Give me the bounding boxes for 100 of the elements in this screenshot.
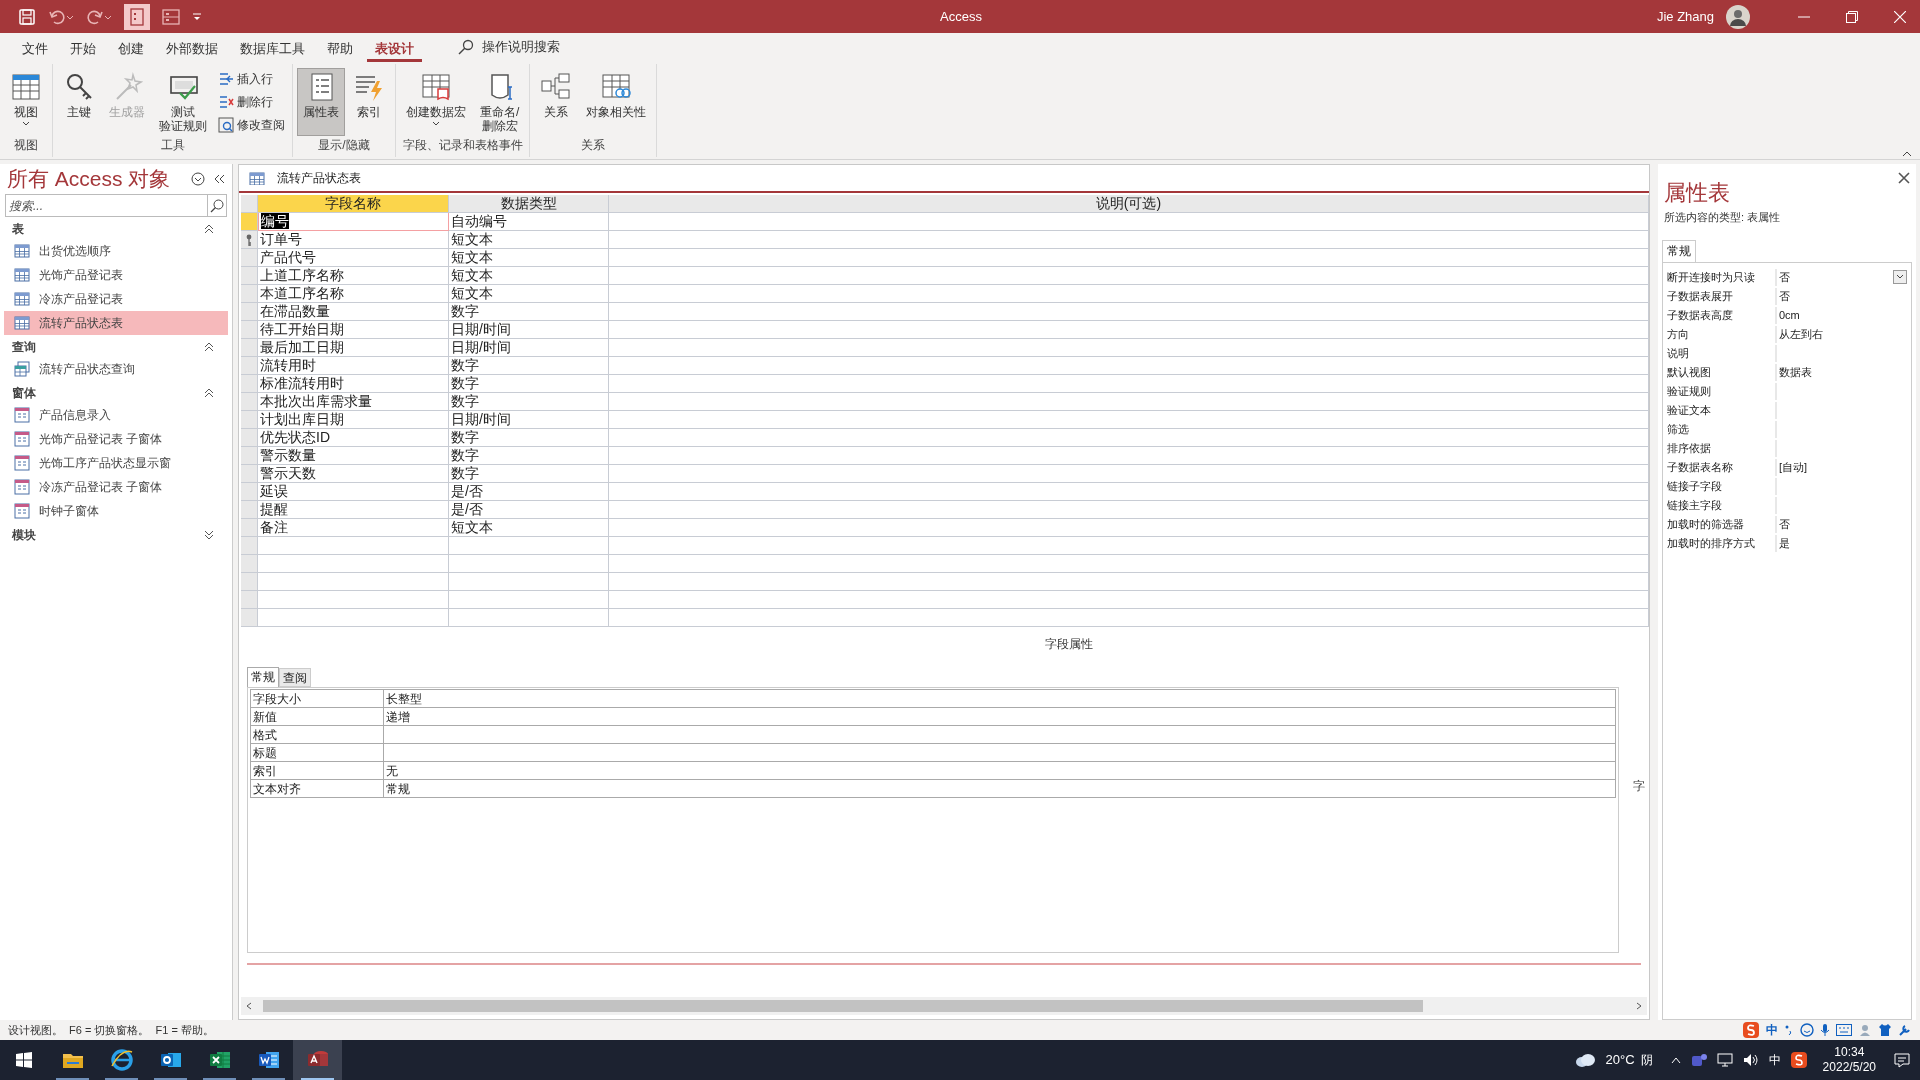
description-cell[interactable] [609,393,1649,411]
menu-tab[interactable]: 开始 [62,36,104,62]
tell-me-search[interactable]: 操作说明搜索 [482,37,560,57]
description-cell[interactable] [609,429,1649,447]
description-cell[interactable] [609,285,1649,303]
field-name[interactable]: 备注 [260,519,288,535]
network-icon[interactable] [1716,1053,1733,1067]
empty-cell[interactable] [449,555,609,573]
field-name[interactable]: 延误 [260,483,288,499]
show-hidden-icon[interactable] [1670,1056,1681,1064]
save-icon[interactable] [18,7,36,26]
property-value[interactable]: 无 [384,762,1615,779]
field-name[interactable]: 优先状态ID [260,429,330,445]
ribbon-button[interactable]: 重命名/ 删除宏 [474,68,526,136]
description-cell[interactable] [609,267,1649,285]
menu-tab[interactable]: 帮助 [319,36,361,62]
dropdown-icon[interactable] [1893,270,1907,284]
field-name[interactable]: 待工开始日期 [260,321,344,337]
property-tab[interactable]: 常规 [1662,239,1696,262]
data-type-cell[interactable]: 自动编号 [449,213,609,231]
nav-item[interactable]: 产品信息录入 [4,403,228,427]
field-name[interactable]: 本道工序名称 [260,285,344,301]
horizontal-scrollbar[interactable] [241,997,1647,1015]
group-header[interactable]: 模块 [12,526,36,544]
team-chat-icon[interactable] [1690,1052,1707,1068]
keyboard-icon[interactable] [1836,1024,1852,1036]
empty-cell[interactable] [449,591,609,609]
select-all-corner[interactable] [241,195,258,213]
field-name[interactable]: 产品代号 [260,249,316,265]
notification-icon[interactable] [1894,1052,1910,1068]
ribbon-button[interactable]: 删除行 [215,91,288,113]
data-type-cell[interactable]: 日期/时间 [449,411,609,429]
clock-time[interactable]: 10:34 [1834,1045,1865,1060]
empty-cell[interactable] [449,609,609,627]
empty-cell[interactable] [609,537,1649,555]
data-type-cell[interactable]: 日期/时间 [449,321,609,339]
group-header[interactable]: 窗体 [12,384,36,402]
description-cell[interactable] [609,213,1649,231]
group-header[interactable]: 查询 [12,338,36,356]
punctuation-icon[interactable] [1784,1024,1794,1036]
avatar-icon[interactable] [1726,4,1750,29]
description-cell[interactable] [609,483,1649,501]
data-type-cell[interactable]: 短文本 [449,267,609,285]
row-selector[interactable] [241,231,258,249]
property-value[interactable]: 数据表 [1777,363,1909,381]
cloud-icon[interactable] [1573,1052,1596,1068]
field-name[interactable]: 标准流转用时 [260,375,344,391]
collapse-icon[interactable] [204,342,214,352]
close-icon[interactable] [1898,172,1910,184]
microphone-icon[interactable] [1820,1023,1830,1037]
empty-cell[interactable] [609,573,1649,591]
ribbon-button[interactable]: 创建数据宏 [400,68,472,136]
temperature[interactable]: 20°C [1605,1050,1635,1070]
nav-item[interactable]: 出货优选顺序 [4,239,228,263]
nav-item[interactable]: 光饰工序产品状态显示窗 [4,451,228,475]
ribbon-button[interactable]: 视图 [4,68,48,136]
property-value[interactable]: 长整型 [384,690,1615,707]
ribbon-button[interactable]: 主键 [57,68,101,136]
field-name[interactable]: 警示天数 [260,465,316,481]
field-name[interactable]: 最后加工日期 [260,339,344,355]
field-name[interactable]: 上道工序名称 [260,267,344,283]
weather[interactable]: 阴 [1640,1051,1653,1069]
data-type-cell[interactable]: 数字 [449,303,609,321]
collapse-pane-icon[interactable] [213,173,225,185]
data-type-cell[interactable]: 数字 [449,465,609,483]
nav-item[interactable]: 流转产品状态表 [4,311,228,335]
menu-tab[interactable]: 创建 [110,36,152,62]
data-type-cell[interactable]: 短文本 [449,519,609,537]
search-icon[interactable] [458,39,474,55]
ime-mode[interactable]: 中 [1766,1021,1778,1039]
description-cell[interactable] [609,303,1649,321]
column-header[interactable]: 说明(可选) [609,195,1649,213]
data-type-cell[interactable]: 短文本 [449,249,609,267]
ribbon-button[interactable]: 关系 [534,68,579,136]
collapse-icon[interactable] [204,224,214,234]
property-value[interactable]: 否 [1777,515,1909,533]
search-icon[interactable] [210,198,224,213]
nav-item[interactable]: 冷冻产品登记表 子窗体 [4,475,228,499]
data-type-cell[interactable]: 是/否 [449,483,609,501]
clock-date[interactable]: 2022/5/20 [1822,1060,1876,1075]
menu-tab[interactable]: 外部数据 [158,36,226,62]
description-cell[interactable] [609,357,1649,375]
menu-tab[interactable]: 文件 [14,36,56,62]
wrench-icon[interactable] [1898,1023,1912,1037]
field-name[interactable]: 警示数量 [260,447,316,463]
person-icon[interactable] [1858,1023,1872,1037]
property-value[interactable]: 常规 [384,780,1615,797]
customize-icon[interactable] [192,11,202,22]
description-cell[interactable] [609,231,1649,249]
ribbon-button[interactable]: 索引 [347,68,391,136]
ribbon-button[interactable]: 属性表 [297,68,345,136]
menu-tab[interactable]: 表设计 [367,36,422,62]
start-icon[interactable] [16,1052,32,1068]
empty-cell[interactable] [609,609,1649,627]
ribbon-button[interactable]: 测试 验证规则 [153,68,213,136]
menu-tab[interactable]: 数据库工具 [232,36,313,62]
collapse-icon[interactable] [204,388,214,398]
description-cell[interactable] [609,321,1649,339]
field-name[interactable]: 计划出库日期 [260,411,344,427]
search-field[interactable]: 搜索... [5,194,208,217]
